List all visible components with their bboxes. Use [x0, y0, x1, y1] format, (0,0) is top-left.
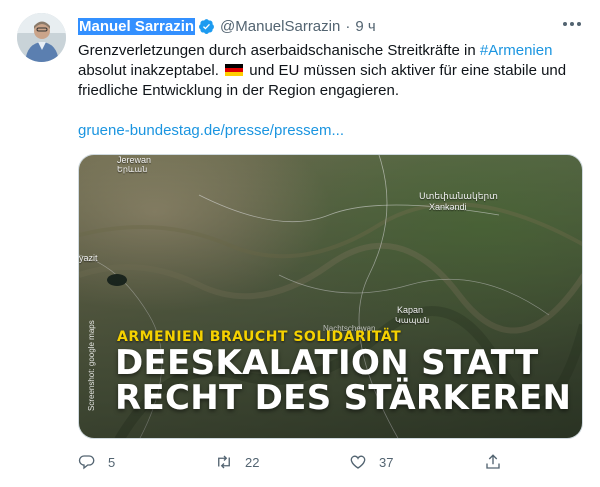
tweet-header: Manuel Sarrazin @ManuelSarrazin · 9 ч: [78, 16, 376, 36]
germany-flag-icon: [225, 62, 244, 76]
article-link[interactable]: gruene-bundestag.de/presse/pressem...: [78, 122, 344, 139]
retweet-button[interactable]: 22: [215, 448, 259, 476]
hashtag-link[interactable]: #Armenien: [480, 42, 553, 59]
media-image[interactable]: Jerewan Երևան Ստեփանակերտ Xankəndi Kapan…: [78, 154, 583, 439]
avatar[interactable]: [17, 13, 66, 62]
reply-count: 5: [108, 454, 116, 470]
map-label: Xankəndi: [429, 202, 467, 212]
image-headline: DEESKALATION STATT RECHT DES STÄRKEREN: [115, 346, 571, 416]
tweet-text-segment: und EU müssen sich aktiver für eine stab…: [245, 62, 567, 79]
like-button[interactable]: 37: [349, 448, 393, 476]
image-headline-line: RECHT DES STÄRKEREN: [115, 378, 572, 418]
author-handle[interactable]: @ManuelSarrazin: [220, 18, 340, 35]
tweet: Manuel Sarrazin @ManuelSarrazin · 9 ч Gr…: [0, 0, 600, 487]
map-label: Երևան: [117, 165, 148, 174]
verified-icon: [198, 18, 215, 35]
map-label: yazit: [79, 253, 98, 263]
tweet-text: Grenzverletzungen durch aserbaidschanisc…: [78, 41, 583, 101]
like-count: 37: [379, 454, 394, 470]
article-link-row: gruene-bundestag.de/presse/pressem...: [78, 121, 344, 141]
reply-icon: [78, 455, 95, 470]
image-headline-line: DEESKALATION STATT: [115, 343, 539, 383]
map-label: Ստեփանակերտ: [419, 191, 498, 201]
image-credit: Screenshot: google maps: [87, 320, 96, 411]
share-button[interactable]: [484, 448, 502, 476]
more-options-icon[interactable]: [560, 14, 584, 34]
map-label: Կապան: [395, 316, 430, 325]
heart-icon: [350, 455, 366, 469]
tweet-text-segment: Grenzverletzungen durch aserbaidschanisc…: [78, 42, 480, 59]
share-icon: [486, 454, 500, 469]
reply-button[interactable]: 5: [78, 448, 115, 476]
tweet-text-segment: absolut inakzeptabel.: [78, 62, 224, 79]
tweet-text-segment: friedliche Entwicklung in der Region eng…: [78, 82, 400, 99]
retweet-icon: [218, 455, 230, 469]
retweet-count: 22: [245, 454, 260, 470]
timestamp[interactable]: 9 ч: [355, 18, 375, 35]
map-label: Kapan: [397, 305, 424, 315]
author-name[interactable]: Manuel Sarrazin: [78, 17, 196, 35]
tweet-actions: 5 22 37: [78, 448, 583, 476]
separator: ·: [345, 17, 351, 35]
map-label: Jerewan: [117, 155, 152, 165]
